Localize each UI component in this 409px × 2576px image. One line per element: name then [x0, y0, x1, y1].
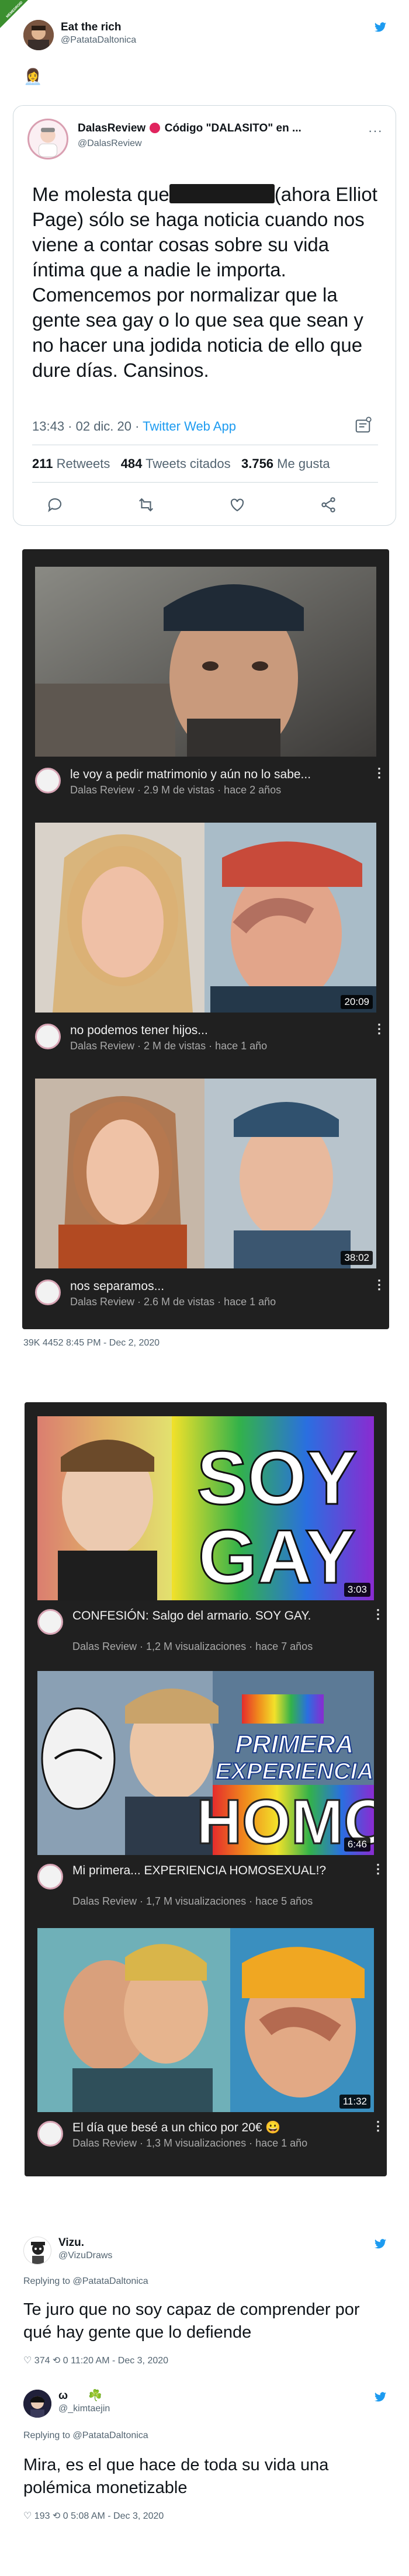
- quoted-name-suffix: Código "DALASITO" en ...: [164, 122, 301, 134]
- quoted-source[interactable]: Twitter Web App: [143, 419, 236, 434]
- more-options-icon[interactable]: ⋮: [372, 1863, 384, 1875]
- youtube-panel-1: le voy a pedir matrimonio y aún no lo sa…: [22, 549, 389, 1329]
- embed-footer-meta: 39K 4452 8:45 PM - Dec 2, 2020: [23, 1338, 160, 1348]
- twitter-bird-icon: [373, 2391, 388, 2404]
- video-thumbnail[interactable]: 20:09: [35, 823, 376, 1013]
- more-options-icon[interactable]: ⋮: [372, 2120, 384, 2133]
- reply-author-name[interactable]: Vizu.: [58, 2237, 84, 2249]
- more-options-icon[interactable]: ⋮: [372, 1608, 384, 1621]
- like-icon[interactable]: [228, 496, 246, 514]
- youtube-panel-2: SOY GAY 3:03 CONFESIÓN: Salgo del armari…: [25, 1402, 387, 2176]
- quoted-avatar[interactable]: [27, 119, 68, 160]
- video-meta: Dalas Review · 1,7 M visualizaciones · h…: [72, 1895, 313, 1907]
- quoted-tweet-card[interactable]: DalasReview Código "DALASITO" en ... @Da…: [13, 105, 396, 526]
- video-thumbnail[interactable]: 38:02: [35, 1079, 376, 1268]
- thumbnail-text-gay: GAY: [198, 1514, 356, 1599]
- channel-avatar[interactable]: [37, 1864, 63, 1889]
- analytics-icon[interactable]: [354, 417, 372, 434]
- tweet-emoji: 👩‍💼: [23, 68, 43, 85]
- channel-avatar[interactable]: [37, 2121, 63, 2147]
- video-meta: Dalas Review · 2 M de vistas · hace 1 añ…: [70, 1040, 268, 1052]
- video-thumbnail[interactable]: [35, 567, 376, 757]
- video-title[interactable]: nos separamos...: [70, 1278, 362, 1294]
- reply-author-handle[interactable]: @_kimtaejin: [58, 2404, 110, 2414]
- video-duration: 38:02: [341, 1251, 373, 1265]
- reply-text: Te juro que no soy capaz de comprender p…: [23, 2300, 360, 2342]
- reply-meta: ♡ 374 ⟲ 0 11:20 AM - Dec 3, 2020: [23, 2356, 169, 2366]
- thumbnail-text-soy: SOY: [197, 1435, 358, 1520]
- video-title[interactable]: no podemos tener hijos...: [70, 1022, 362, 1038]
- more-icon[interactable]: ···: [368, 123, 383, 138]
- retweets-label[interactable]: Retweets: [57, 456, 110, 471]
- quotes-label[interactable]: Tweets citados: [145, 456, 231, 471]
- video-meta: Dalas Review · 2.9 M de vistas · hace 2 …: [70, 784, 282, 796]
- reply-author-name[interactable]: ω: [58, 2390, 68, 2402]
- reply-avatar[interactable]: [23, 2237, 51, 2265]
- more-options-icon[interactable]: ⋮: [373, 767, 386, 779]
- share-icon[interactable]: [320, 496, 337, 514]
- quoted-handle[interactable]: @DalasReview: [78, 138, 142, 149]
- video-title[interactable]: le voy a pedir matrimonio y aún no lo sa…: [70, 767, 362, 782]
- redaction-bar: [169, 184, 275, 203]
- video-duration: 11:32: [339, 2095, 370, 2109]
- video-meta: Dalas Review · 2.6 M de vistas · hace 1 …: [70, 1296, 276, 1308]
- video-meta: Dalas Review · 1,2 M visualizaciones · h…: [72, 1641, 313, 1652]
- channel-avatar[interactable]: [35, 1280, 61, 1305]
- video-duration: 3:03: [344, 1583, 370, 1597]
- shamrock-icon: ☘️: [88, 2390, 103, 2402]
- video-meta: Dalas Review · 1,3 M visualizaciones · h…: [72, 2137, 308, 2149]
- video-title[interactable]: CONFESIÓN: Salgo del armario. SOY GAY.: [72, 1608, 359, 1624]
- more-options-icon[interactable]: ⋮: [373, 1278, 386, 1291]
- replying-to[interactable]: Replying to @PatataDaltonica: [23, 2431, 148, 2441]
- memedroid-watermark: MEMEDROID: [0, 0, 28, 28]
- quotes-count[interactable]: 484: [121, 456, 143, 471]
- video-thumbnail[interactable]: SOY GAY 3:03: [37, 1416, 374, 1600]
- thumbnail-text-primera: PRIMERA: [235, 1730, 354, 1759]
- quoted-text-a: Me molesta que: [32, 183, 169, 205]
- red-dot-icon: [150, 123, 161, 133]
- quoted-text: Me molesta que (ahora Elliot Page) sólo s…: [32, 182, 383, 383]
- quoted-name[interactable]: DalasReview: [78, 122, 145, 134]
- author-name[interactable]: Eat the rich: [61, 21, 121, 34]
- avatar[interactable]: [23, 20, 54, 50]
- video-title[interactable]: Mi primera... EXPERIENCIA HOMOSEXUAL!?: [72, 1863, 359, 1878]
- reply-text: Mira, es el que hace de toda su vida una…: [23, 2456, 329, 2497]
- video-thumbnail[interactable]: PRIMERA EXPERIENCIA HOMO 6:46: [37, 1671, 374, 1855]
- video-thumbnail[interactable]: 11:32: [37, 1928, 374, 2112]
- quoted-text-c: Comencemos por normalizar que la gente s…: [32, 284, 363, 381]
- reply-meta: ♡ 193 ⟲ 0 5:08 AM - Dec 3, 2020: [23, 2511, 164, 2521]
- replying-to[interactable]: Replying to @PatataDaltonica: [23, 2276, 148, 2287]
- twitter-bird-icon: [373, 2238, 388, 2251]
- video-duration: 6:46: [344, 1837, 370, 1852]
- likes-label[interactable]: Me gusta: [277, 456, 330, 471]
- more-options-icon[interactable]: ⋮: [373, 1022, 386, 1035]
- likes-count[interactable]: 3.756: [241, 456, 273, 471]
- video-duration: 20:09: [341, 995, 373, 1009]
- divider: [32, 482, 378, 483]
- reply-avatar[interactable]: [23, 2390, 51, 2418]
- thumbnail-text-experiencia: EXPERIENCIA: [215, 1759, 373, 1784]
- quoted-time[interactable]: 13:43 · 02 dic. 20 ·: [32, 419, 143, 434]
- video-title[interactable]: El día que besé a un chico por 20€ 😀: [72, 2120, 359, 2135]
- reply-icon[interactable]: [46, 496, 64, 514]
- channel-avatar[interactable]: [35, 768, 61, 793]
- channel-avatar[interactable]: [37, 1609, 63, 1635]
- twitter-bird-icon: [373, 21, 388, 34]
- channel-avatar[interactable]: [35, 1024, 61, 1049]
- author-handle[interactable]: @PatataDaltonica: [61, 35, 136, 46]
- retweets-count[interactable]: 211: [32, 456, 53, 471]
- reply-author-handle[interactable]: @VizuDraws: [58, 2251, 112, 2261]
- retweet-icon[interactable]: [137, 496, 155, 514]
